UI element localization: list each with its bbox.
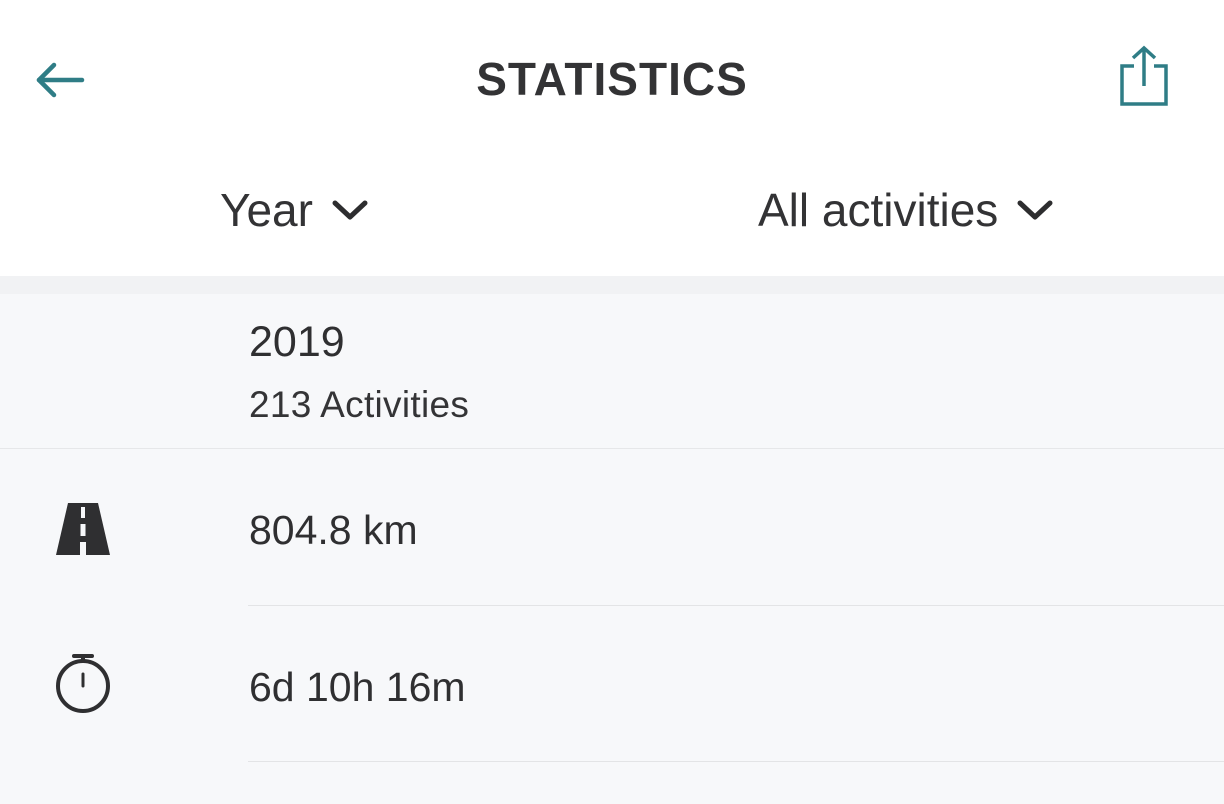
period-dropdown-label: Year [220,184,313,236]
stopwatch-icon [56,654,110,713]
share-icon [1120,45,1168,106]
year-summary: 2019 213 Activities [0,294,1224,448]
share-button[interactable] [1112,42,1176,112]
page-title: STATISTICS [476,53,748,105]
chevron-down-icon [1017,200,1053,220]
summary-year: 2019 [249,318,345,366]
section-divider [0,276,1224,294]
top-bar: STATISTICS Year All activities [0,0,1224,276]
duration-row: 6d 10h 16m [0,606,1224,762]
chevron-down-icon [332,200,368,220]
distance-value: 804.8 km [249,507,418,553]
divider [248,761,1224,762]
road-icon [56,503,110,555]
period-dropdown[interactable]: Year [220,178,369,242]
distance-row: 804.8 km [0,449,1224,605]
activity-type-dropdown-label: All activities [758,184,999,236]
activity-type-dropdown[interactable]: All activities [758,178,1054,242]
duration-value: 6d 10h 16m [249,664,466,710]
activity-count: 213 Activities [249,384,470,425]
